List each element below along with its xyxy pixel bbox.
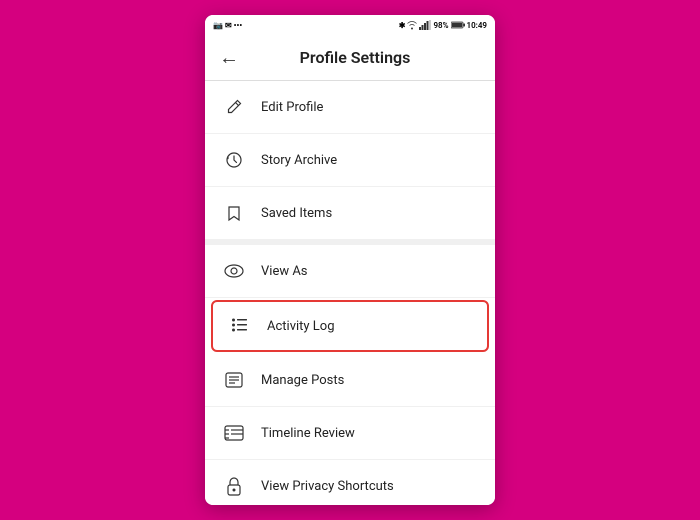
- bluetooth-icon: ✱: [399, 21, 406, 30]
- clock-icon: [221, 147, 247, 173]
- status-left: 📷 ✉ •••: [213, 21, 242, 30]
- menu-group-2: View As Activity Log: [205, 245, 495, 505]
- timeline-icon: [221, 420, 247, 446]
- back-button[interactable]: ←: [219, 45, 239, 70]
- eye-icon: [221, 258, 247, 284]
- menu-item-saved-items[interactable]: Saved Items: [205, 187, 495, 239]
- menu-item-view-privacy[interactable]: View Privacy Shortcuts: [205, 460, 495, 505]
- list-icon: [227, 313, 253, 339]
- menu-group-1: Edit Profile Story Archive: [205, 81, 495, 239]
- pencil-icon: [221, 94, 247, 120]
- menu-item-manage-posts[interactable]: Manage Posts: [205, 354, 495, 407]
- menu-item-view-as[interactable]: View As: [205, 245, 495, 298]
- timeline-review-label: Timeline Review: [261, 426, 355, 441]
- status-icons-left: 📷 ✉ •••: [213, 21, 242, 30]
- edit-profile-label: Edit Profile: [261, 100, 323, 115]
- bookmark-icon: [221, 200, 247, 226]
- status-right: ✱ 98%: [399, 20, 487, 30]
- manage-posts-label: Manage Posts: [261, 373, 344, 388]
- text-icon: [221, 367, 247, 393]
- activity-log-wrapper: Activity Log: [205, 300, 495, 352]
- lock-icon: [221, 473, 247, 499]
- battery-icon: [451, 21, 465, 29]
- battery-percent: 98%: [433, 21, 448, 30]
- activity-log-label: Activity Log: [267, 319, 335, 334]
- page-title: Profile Settings: [249, 48, 461, 67]
- menu-item-story-archive[interactable]: Story Archive: [205, 134, 495, 187]
- story-archive-label: Story Archive: [261, 153, 337, 168]
- wifi-icon: [407, 20, 417, 30]
- menu-item-activity-log[interactable]: Activity Log: [211, 300, 489, 352]
- menu-item-edit-profile[interactable]: Edit Profile: [205, 81, 495, 134]
- view-as-label: View As: [261, 264, 308, 279]
- status-bar: 📷 ✉ ••• ✱ 98%: [205, 15, 495, 35]
- page-header: ← Profile Settings: [205, 35, 495, 81]
- signal-icon: [419, 20, 431, 30]
- saved-items-label: Saved Items: [261, 206, 332, 221]
- view-privacy-label: View Privacy Shortcuts: [261, 479, 394, 494]
- menu-item-timeline-review[interactable]: Timeline Review: [205, 407, 495, 460]
- phone-container: 📷 ✉ ••• ✱ 98%: [205, 15, 495, 505]
- time-display: 10:49: [467, 21, 487, 30]
- menu-content: Edit Profile Story Archive: [205, 81, 495, 505]
